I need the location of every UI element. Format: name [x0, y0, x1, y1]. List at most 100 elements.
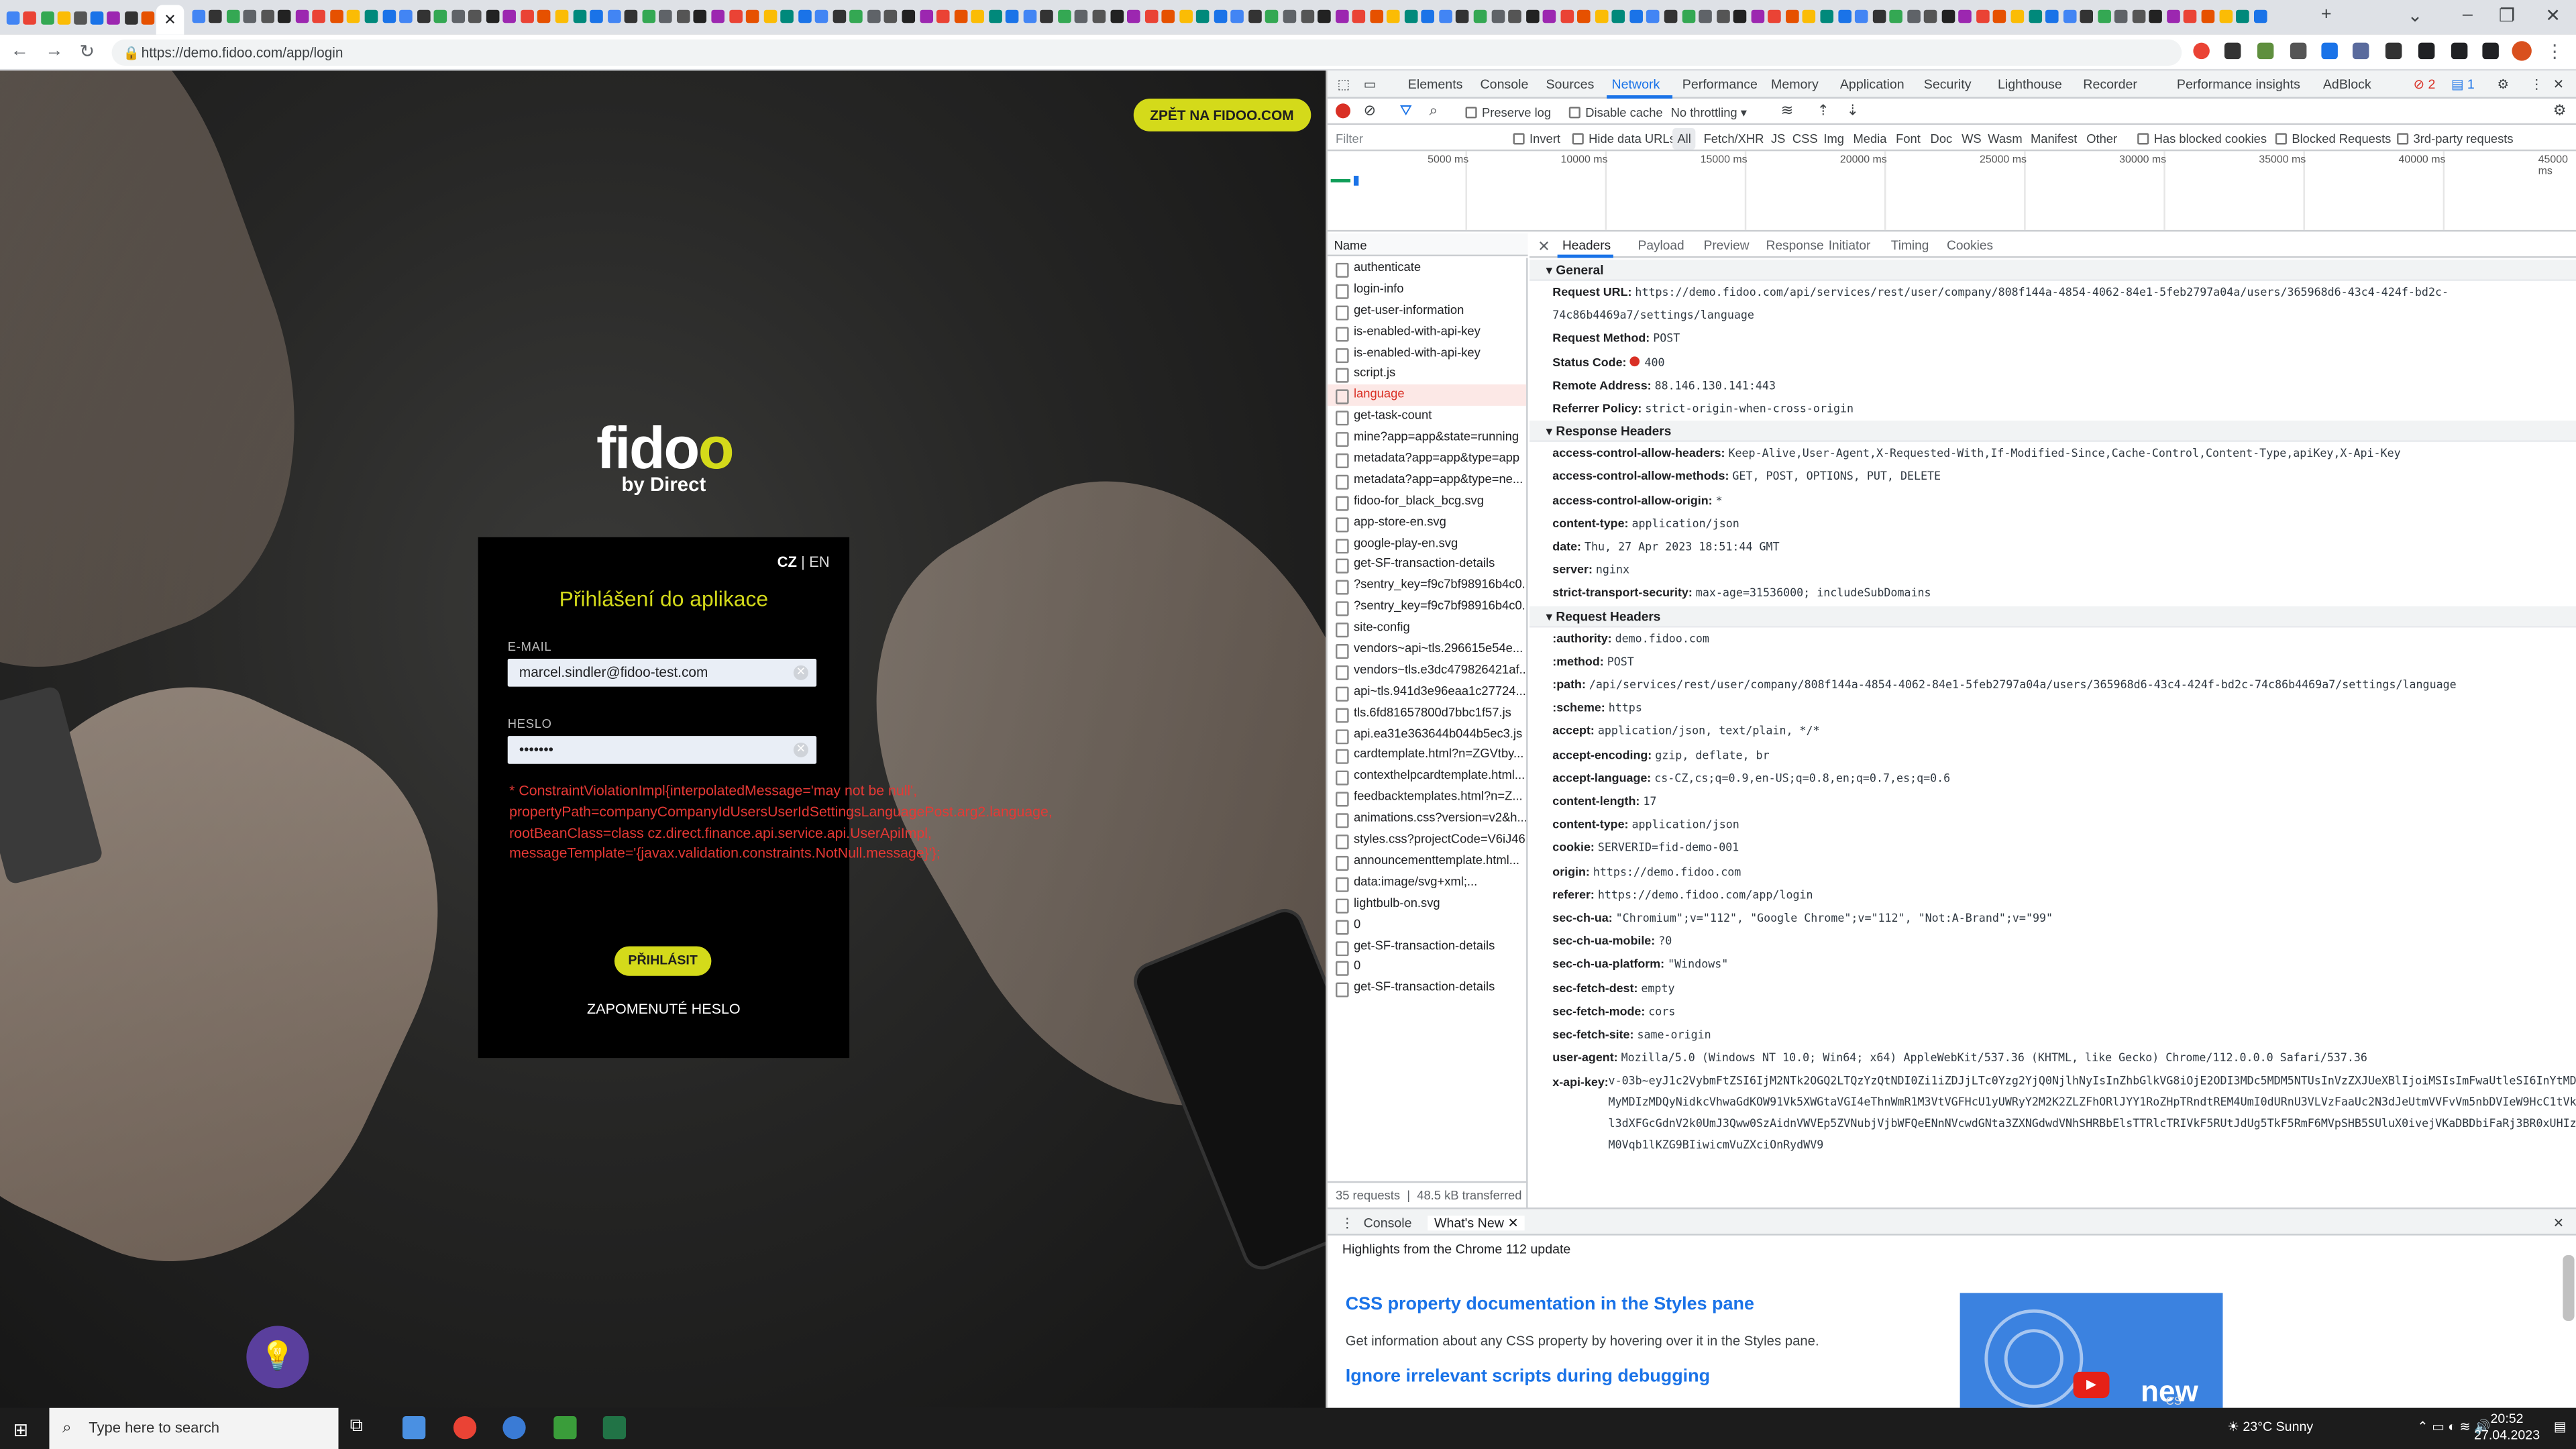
- request-row[interactable]: contexthelpcardtemplate.html...: [1328, 766, 1526, 788]
- notification-icon[interactable]: ▤: [2554, 1419, 2567, 1434]
- tab-favicon[interactable]: [1820, 9, 1833, 23]
- close-detail-icon[interactable]: ✕: [1538, 238, 1550, 256]
- request-row[interactable]: get-user-information: [1328, 301, 1526, 322]
- tab-favicon[interactable]: [676, 9, 690, 23]
- tab-timing[interactable]: Timing: [1891, 238, 1929, 253]
- inspect-icon[interactable]: ⬚: [1337, 77, 1350, 92]
- request-row[interactable]: site-config: [1328, 618, 1526, 639]
- tab-favicon[interactable]: [2080, 9, 2094, 23]
- tab-favicon[interactable]: [1283, 9, 1297, 23]
- tab-favicon[interactable]: [1473, 9, 1487, 23]
- menu-icon[interactable]: ⋮: [2543, 41, 2566, 62]
- tab-favicon[interactable]: [572, 9, 586, 23]
- tab-console-drawer[interactable]: Console: [1364, 1216, 1412, 1230]
- tab-favicon[interactable]: [1127, 9, 1140, 23]
- tab-favicon[interactable]: [555, 9, 569, 23]
- tab-favicon[interactable]: [936, 9, 950, 23]
- extension-icon[interactable]: [2385, 42, 2402, 60]
- tab-favicon[interactable]: [2114, 9, 2129, 23]
- request-row[interactable]: lightbulb-on.svg: [1328, 894, 1526, 915]
- request-row[interactable]: metadata?app=app&type=app: [1328, 449, 1526, 470]
- tab-favicon[interactable]: [2028, 9, 2041, 23]
- tab-favicon[interactable]: [191, 9, 205, 23]
- type-font[interactable]: Font: [1896, 131, 1921, 146]
- tab-favicon[interactable]: [849, 9, 863, 23]
- taskbar-app[interactable]: [402, 1416, 426, 1440]
- tab-favicon[interactable]: [2218, 9, 2233, 23]
- tab-network[interactable]: Network: [1611, 77, 1660, 92]
- close-drawer-icon[interactable]: ✕: [2553, 1216, 2564, 1230]
- tab-favicon[interactable]: [867, 9, 881, 23]
- tab-favicon[interactable]: [884, 9, 898, 23]
- tab-favicon[interactable]: [1023, 9, 1036, 23]
- tab-favicon[interactable]: [57, 10, 70, 24]
- download-icon[interactable]: ⇣: [1847, 102, 1859, 120]
- active-tab[interactable]: ✕: [156, 5, 184, 35]
- clear-icon[interactable]: ✕: [793, 665, 808, 680]
- tab-favicon[interactable]: [1595, 9, 1609, 23]
- general-section[interactable]: ▾ General: [1529, 259, 2576, 281]
- taskbar-app[interactable]: [553, 1416, 577, 1440]
- type-fetch-xhr[interactable]: Fetch/XHR: [1704, 131, 1764, 146]
- request-row[interactable]: mine?app=app&state=running: [1328, 427, 1526, 449]
- tab-favicon[interactable]: [2184, 9, 2198, 23]
- tab-initiator[interactable]: Initiator: [1829, 238, 1871, 253]
- tab-favicon[interactable]: [1179, 9, 1193, 23]
- request-row[interactable]: fidoo-for_black_bcg.svg: [1328, 491, 1526, 513]
- extension-icon[interactable]: [2352, 42, 2369, 60]
- tab-favicon[interactable]: [1231, 9, 1244, 23]
- tab-favicon[interactable]: [2045, 9, 2059, 23]
- play-icon[interactable]: ▶: [2073, 1371, 2110, 1399]
- request-row[interactable]: metadata?app=app&type=ne...: [1328, 470, 1526, 491]
- tab-favicon[interactable]: [641, 9, 655, 23]
- request-headers-section[interactable]: ▾ Request Headers: [1529, 605, 2576, 627]
- address-bar[interactable]: 🔒 https://demo.fidoo.com/app/login: [111, 39, 2182, 66]
- request-row[interactable]: ?sentry_key=f9c7bf98916b4c0...: [1328, 576, 1526, 597]
- whats-new-link[interactable]: CSS property documentation in the Styles…: [1346, 1295, 1754, 1314]
- request-row[interactable]: is-enabled-with-api-key: [1328, 321, 1526, 343]
- tab-favicon[interactable]: [1629, 9, 1643, 23]
- tab-favicon[interactable]: [1335, 9, 1348, 23]
- kebab-menu-icon[interactable]: ⋮: [1340, 1216, 1354, 1230]
- tab-favicon[interactable]: [1265, 9, 1279, 23]
- tab-favicon[interactable]: [40, 10, 54, 24]
- tab-favicon[interactable]: [1855, 9, 1868, 23]
- tab-favicon[interactable]: [107, 10, 121, 24]
- tab-favicon[interactable]: [23, 10, 37, 24]
- reload-icon[interactable]: ↻: [76, 41, 99, 62]
- tab-favicon[interactable]: [2149, 9, 2163, 23]
- clock[interactable]: 20:52 27.04.2023: [2474, 1411, 2540, 1444]
- tab-favicon[interactable]: [1092, 9, 1106, 23]
- tab-favicon[interactable]: [1716, 9, 1729, 23]
- whats-new-link[interactable]: Ignore irrelevant scripts during debuggi…: [1346, 1367, 1710, 1387]
- request-row[interactable]: ?sentry_key=f9c7bf98916b4c0...: [1328, 597, 1526, 619]
- puzzle-icon[interactable]: [2418, 42, 2435, 60]
- gear-icon[interactable]: ⚙: [2553, 102, 2567, 120]
- extension-icon[interactable]: [2257, 42, 2274, 60]
- tab-favicon[interactable]: [1006, 9, 1019, 23]
- request-row[interactable]: announcementtemplate.html...: [1328, 851, 1526, 872]
- tab-response[interactable]: Response: [1766, 238, 1824, 253]
- tab-favicon[interactable]: [2010, 9, 2025, 23]
- tab-favicon[interactable]: [988, 9, 1002, 23]
- tab-favicon[interactable]: [711, 9, 724, 23]
- tab-favicon[interactable]: [1421, 9, 1435, 23]
- tab-favicon[interactable]: [1941, 9, 1955, 23]
- tab-recorder[interactable]: Recorder: [2083, 77, 2137, 92]
- tab-favicon[interactable]: [1543, 9, 1556, 23]
- network-overview[interactable]: 5000 ms 10000 ms 15000 ms 20000 ms 25000…: [1327, 151, 2576, 232]
- downloads-icon[interactable]: [2451, 42, 2468, 60]
- tab-favicon[interactable]: [1369, 9, 1383, 23]
- tab-payload[interactable]: Payload: [1638, 238, 1684, 253]
- tab-favicon[interactable]: [434, 9, 447, 23]
- tab-cookies[interactable]: Cookies: [1947, 238, 1993, 253]
- new-tab-button[interactable]: +: [2310, 5, 2343, 24]
- tab-favicon[interactable]: [1439, 9, 1452, 23]
- excel-icon[interactable]: [602, 1416, 627, 1440]
- disable-cache-checkbox[interactable]: Disable cache: [1568, 105, 1663, 120]
- request-row[interactable]: animations.css?version=v2&h...: [1328, 808, 1526, 830]
- tab-favicon[interactable]: [1699, 9, 1713, 23]
- tab-favicon[interactable]: [1318, 9, 1331, 23]
- tab-elements[interactable]: Elements: [1408, 77, 1463, 92]
- tab-favicon[interactable]: [798, 9, 812, 23]
